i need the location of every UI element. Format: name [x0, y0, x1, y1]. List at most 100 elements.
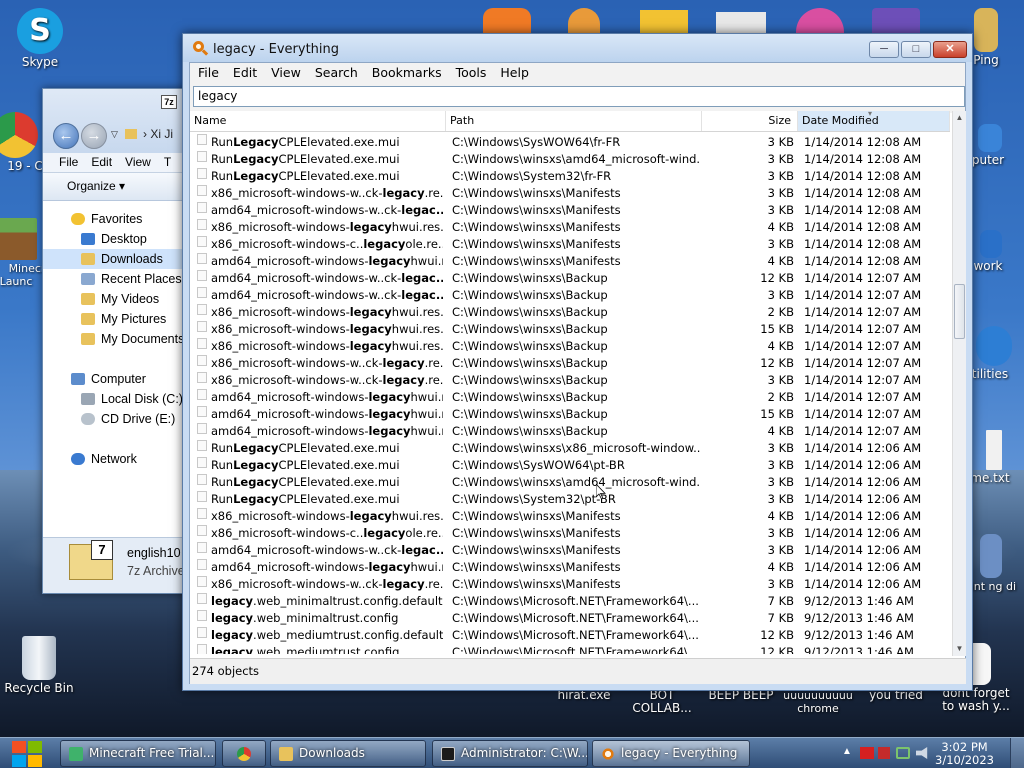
- result-row[interactable]: x86_microsoft-windows-w..ck-legacy.re...…: [190, 355, 950, 372]
- menu-file[interactable]: File: [198, 65, 219, 80]
- everything-title-bar[interactable]: legacy - Everything ─ □ ✕: [183, 34, 972, 62]
- results-scrollbar[interactable]: ▲ ▼: [952, 111, 966, 656]
- desktop-icon-top-1[interactable]: [483, 8, 531, 34]
- desktop-icon-top-2[interactable]: [568, 8, 600, 34]
- nav-item-recent-places[interactable]: Recent Places: [43, 269, 201, 289]
- result-row[interactable]: amd64_microsoft-windows-legacyhwui.r... C…: [190, 406, 950, 423]
- result-row[interactable]: amd64_microsoft-windows-legacyhwui.r... C…: [190, 253, 950, 270]
- desktop-icon-minecraft[interactable]: Minecr Launc: [0, 218, 46, 288]
- nav-item-desktop[interactable]: Desktop: [43, 229, 201, 249]
- result-row[interactable]: legacy.web_mediumtrust.config C:\Windows\…: [190, 644, 950, 654]
- menu-view[interactable]: View: [271, 65, 301, 80]
- maximize-button[interactable]: □: [901, 41, 931, 58]
- everything-window[interactable]: legacy - Everything ─ □ ✕ File Edit View Se…: [182, 33, 973, 691]
- clock[interactable]: 3:02 PM 3/10/2023: [935, 741, 994, 767]
- network-status-icon[interactable]: [896, 747, 910, 759]
- nav-item-my-documents[interactable]: My Documents: [43, 329, 201, 349]
- scroll-up-arrow-icon[interactable]: ▲: [953, 111, 966, 125]
- menu-tools[interactable]: Tools: [456, 65, 487, 80]
- result-row[interactable]: x86_microsoft-windows-legacyhwui.res... C…: [190, 321, 950, 338]
- menu-help[interactable]: Help: [500, 65, 529, 80]
- result-row[interactable]: amd64_microsoft-windows-w..ck-legac... C:…: [190, 287, 950, 304]
- taskbar-button-chrome[interactable]: [222, 740, 266, 767]
- taskbar-button-minecraft[interactable]: Minecraft Free Trial...: [60, 740, 216, 767]
- result-row[interactable]: legacy.web_mediumtrust.config.default C:\…: [190, 627, 950, 644]
- result-row[interactable]: x86_microsoft-windows-w..ck-legacy.re...…: [190, 185, 950, 202]
- start-button[interactable]: [8, 739, 46, 768]
- result-row[interactable]: RunLegacyCPLElevated.exe.mui C:\Windows\w…: [190, 151, 950, 168]
- nav-item-local-disk[interactable]: Local Disk (C:): [43, 389, 201, 409]
- taskbar-button-cmd[interactable]: Administrator: C:\W...: [432, 740, 588, 767]
- back-arrow-icon[interactable]: ←: [53, 123, 79, 149]
- result-row[interactable]: x86_microsoft-windows-c..legacyole.re...…: [190, 525, 950, 542]
- menu-view[interactable]: View: [125, 155, 151, 169]
- result-row[interactable]: amd64_microsoft-windows-legacyhwui.r... C…: [190, 423, 950, 440]
- desktop-icon-recycle-bin[interactable]: Recycle Bin: [1, 636, 77, 695]
- taskbar-button-downloads[interactable]: Downloads: [270, 740, 426, 767]
- result-row[interactable]: amd64_microsoft-windows-w..ck-legac... C:…: [190, 542, 950, 559]
- result-row[interactable]: x86_microsoft-windows-w..ck-legacy.re...…: [190, 576, 950, 593]
- result-row[interactable]: RunLegacyCPLElevated.exe.mui C:\Windows\S…: [190, 491, 950, 508]
- nav-item-network[interactable]: Network: [43, 449, 201, 469]
- breadcrumb[interactable]: › Xi Ji: [143, 127, 173, 141]
- menu-search[interactable]: Search: [315, 65, 358, 80]
- scroll-down-arrow-icon[interactable]: ▼: [953, 642, 966, 656]
- desktop-icon-bot-collab[interactable]: BOT COLLAB...: [626, 689, 698, 715]
- nav-item-my-videos[interactable]: My Videos: [43, 289, 201, 309]
- result-row[interactable]: amd64_microsoft-windows-w..ck-legac... C:…: [190, 270, 950, 287]
- column-header-date-modified[interactable]: Date Modified ▾: [798, 109, 950, 131]
- minimize-button[interactable]: ─: [869, 41, 899, 58]
- result-row[interactable]: x86_microsoft-windows-c..legacyole.re...…: [190, 236, 950, 253]
- result-row[interactable]: x86_microsoft-windows-legacyhwui.res... C…: [190, 338, 950, 355]
- 7z-icon[interactable]: 7z: [161, 95, 177, 109]
- nav-item-computer[interactable]: Computer: [43, 369, 201, 389]
- nav-item-cd-drive[interactable]: CD Drive (E:): [43, 409, 201, 429]
- result-row[interactable]: RunLegacyCPLElevated.exe.mui C:\Windows\S…: [190, 168, 950, 185]
- result-row[interactable]: x86_microsoft-windows-legacyhwui.res... C…: [190, 508, 950, 525]
- result-row[interactable]: legacy.web_minimaltrust.config C:\Windows…: [190, 610, 950, 627]
- forward-arrow-icon[interactable]: →: [81, 123, 107, 149]
- menu-tools[interactable]: T: [164, 155, 171, 169]
- menu-file[interactable]: File: [59, 155, 78, 169]
- column-header-path[interactable]: Path: [446, 111, 702, 131]
- column-header-name[interactable]: Name: [190, 111, 446, 131]
- result-row[interactable]: amd64_microsoft-windows-legacyhwui.r... C…: [190, 389, 950, 406]
- show-desktop-button[interactable]: [1010, 738, 1024, 768]
- show-hidden-icons-icon[interactable]: ▲: [842, 746, 852, 757]
- dropdown-arrow-icon[interactable]: ▽: [111, 129, 118, 140]
- desktop-icon-top-5[interactable]: [796, 8, 844, 34]
- scrollbar-thumb[interactable]: [954, 284, 965, 339]
- file-icon: [197, 576, 207, 587]
- notification-icon[interactable]: [878, 747, 890, 759]
- nav-item-favorites[interactable]: Favorites: [43, 209, 201, 229]
- result-row[interactable]: x86_microsoft-windows-w..ck-legacy.re...…: [190, 372, 950, 389]
- nav-item-my-pictures[interactable]: My Pictures: [43, 309, 201, 329]
- result-row[interactable]: RunLegacyCPLElevated.exe.mui C:\Windows\S…: [190, 134, 950, 151]
- result-row[interactable]: amd64_microsoft-windows-legacyhwui.r... C…: [190, 559, 950, 576]
- result-row[interactable]: x86_microsoft-windows-legacyhwui.res... C…: [190, 219, 950, 236]
- nav-item-downloads[interactable]: Downloads: [43, 249, 201, 269]
- close-button[interactable]: ✕: [933, 41, 967, 58]
- results-list[interactable]: RunLegacyCPLElevated.exe.mui C:\Windows\S…: [190, 134, 950, 654]
- menu-edit[interactable]: Edit: [91, 155, 112, 169]
- desktop-icon-top-6[interactable]: [872, 8, 920, 34]
- result-row[interactable]: amd64_microsoft-windows-w..ck-legac... C:…: [190, 202, 950, 219]
- desktop-icon-skype[interactable]: S Skype: [2, 8, 78, 69]
- organize-button[interactable]: Organize ▾: [67, 179, 125, 193]
- action-center-flag-icon[interactable]: [860, 747, 874, 759]
- desktop-icon-top-4[interactable]: [716, 12, 766, 34]
- taskbar-button-everything[interactable]: legacy - Everything: [592, 740, 750, 767]
- result-row[interactable]: legacy.web_minimaltrust.config.default C:…: [190, 593, 950, 610]
- result-row[interactable]: RunLegacyCPLElevated.exe.mui C:\Windows\w…: [190, 474, 950, 491]
- menu-bookmarks[interactable]: Bookmarks: [372, 65, 442, 80]
- column-header-size[interactable]: Size: [702, 111, 798, 131]
- result-row[interactable]: RunLegacyCPLElevated.exe.mui C:\Windows\w…: [190, 440, 950, 457]
- volume-icon[interactable]: [916, 747, 928, 759]
- result-row[interactable]: RunLegacyCPLElevated.exe.mui C:\Windows\S…: [190, 457, 950, 474]
- search-input[interactable]: legacy: [193, 86, 965, 107]
- desktop-icon-chrome-shortcut-2[interactable]: uuuuuuuuuu chrome: [782, 689, 854, 715]
- result-row[interactable]: x86_microsoft-windows-legacyhwui.res... C…: [190, 304, 950, 321]
- menu-edit[interactable]: Edit: [233, 65, 257, 80]
- explorer-window[interactable]: ← → ▽ › Xi Ji File Edit View T Organize ▾ 7…: [42, 88, 202, 594]
- desktop-icon-top-3[interactable]: [640, 10, 688, 34]
